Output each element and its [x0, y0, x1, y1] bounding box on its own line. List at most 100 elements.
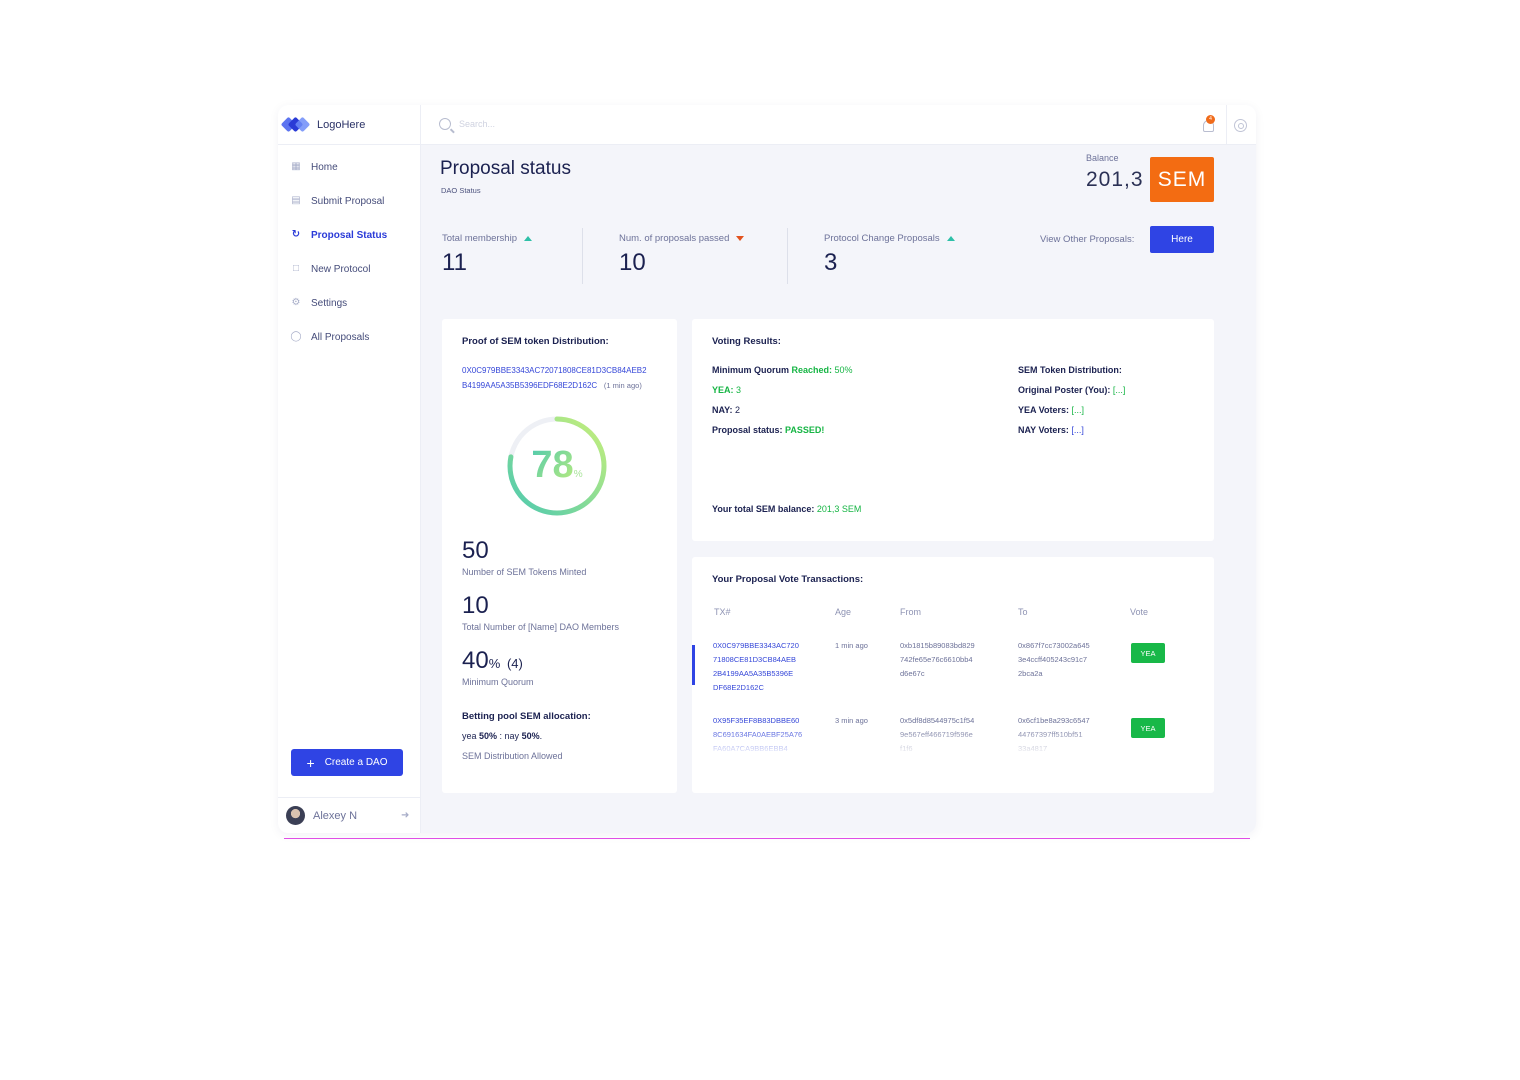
- tx-hash[interactable]: 0X95F35EF8B83DBBE60 8C691634FA0AEBF25A76…: [713, 714, 802, 756]
- tokens-minted-label: Number of SEM Tokens Minted: [462, 567, 587, 577]
- sidebar-item-label: Settings: [311, 297, 348, 309]
- trend-up-icon: [523, 236, 532, 241]
- sidebar-item-label: Proposal Status: [311, 229, 388, 241]
- members-label: Total Number of [Name] DAO Members: [462, 622, 620, 632]
- tx-hash[interactable]: 0X0C979BBE3343AC720 71808CE81D3CB84AEB 2…: [713, 639, 799, 695]
- settings-gear-icon[interactable]: [1234, 119, 1247, 132]
- nay-voters-line: NAY Voters: [...]: [1018, 425, 1084, 435]
- stat-divider: [787, 228, 788, 284]
- bottom-accent-line: [284, 838, 1250, 839]
- sidebar-item-home[interactable]: ▦ Home: [278, 150, 421, 184]
- stat-protocol-change: Protocol Change Proposals 3: [824, 233, 955, 277]
- yea-voters-line: YEA Voters: [...]: [1018, 405, 1085, 415]
- stat-label: Protocol Change Proposals: [824, 233, 940, 244]
- quorum-value: 40% (4): [462, 647, 523, 674]
- tx-from[interactable]: 0x5df8d8544975c1f54 9e567eff466719f596e …: [900, 714, 974, 756]
- gauge-value: 78: [531, 444, 574, 486]
- betting-allocation: yea 50% : nay 50%.: [462, 731, 543, 741]
- refresh-icon: ↻: [291, 229, 301, 240]
- trend-up-icon: [946, 236, 955, 241]
- column-header-age: Age: [835, 607, 852, 617]
- tx-age: 3 min ago: [835, 716, 868, 725]
- plus-icon: +: [306, 754, 315, 771]
- trend-down-icon: [736, 236, 745, 241]
- document-icon: □: [292, 263, 300, 274]
- tokens-minted-value: 50: [462, 537, 489, 564]
- globe-icon: ◯: [290, 331, 302, 342]
- tx-to[interactable]: 0x867f7cc73002a645 3e4ccff405243c91c7 2b…: [1018, 639, 1090, 681]
- app-window: LogoHere ▦ Home ▤ Submit Proposal ↻ Prop…: [278, 105, 1256, 833]
- quorum-line: Minimum Quorum Reached: 50%: [712, 365, 853, 375]
- betting-title: Betting pool SEM allocation:: [462, 711, 591, 722]
- selected-row-indicator: [692, 645, 695, 685]
- column-header-vote: Vote: [1130, 607, 1149, 617]
- view-other-label: View Other Proposals:: [1040, 234, 1135, 245]
- logo-icon: [280, 116, 311, 132]
- balance-unit-badge: SEM: [1150, 157, 1214, 202]
- sidebar-item-label: Home: [311, 161, 338, 173]
- card-title: Voting Results:: [712, 336, 781, 347]
- yea-voters-link[interactable]: [...]: [1072, 405, 1085, 415]
- create-dao-button[interactable]: + Create a DAO: [291, 749, 403, 776]
- stat-label: Total membership: [442, 233, 517, 244]
- gear-icon: ⚙: [291, 297, 301, 308]
- distribution-allowed: SEM Distribution Allowed: [462, 751, 563, 761]
- card-title: Your Proposal Vote Transactions:: [712, 574, 864, 585]
- distribution-title: SEM Token Distribution:: [1018, 365, 1122, 375]
- page-title: Proposal status: [440, 158, 571, 179]
- sidebar-item-label: Submit Proposal: [311, 195, 385, 207]
- column-header-to: To: [1018, 607, 1028, 617]
- search-bar: [439, 118, 659, 130]
- balance-label: Balance: [1086, 153, 1119, 163]
- sidebar: LogoHere ▦ Home ▤ Submit Proposal ↻ Prop…: [278, 105, 421, 833]
- vote-badge: YEA: [1131, 643, 1165, 663]
- sidebar-nav: ▦ Home ▤ Submit Proposal ↻ Proposal Stat…: [278, 150, 421, 354]
- proof-hash[interactable]: 0X0C979BBE3343AC72071808CE81D3CB84AEB2 B…: [462, 363, 647, 393]
- here-button[interactable]: Here: [1150, 226, 1214, 253]
- card-title: Proof of SEM token Distribution:: [462, 336, 609, 347]
- proof-card: Proof of SEM token Distribution: 0X0C979…: [442, 319, 677, 793]
- op-link[interactable]: [...]: [1113, 385, 1126, 395]
- logout-icon[interactable]: ➜: [401, 810, 413, 822]
- topbar: 4: [421, 105, 1256, 145]
- stat-divider: [582, 228, 583, 284]
- nay-voters-link[interactable]: [...]: [1071, 425, 1084, 435]
- tx-from[interactable]: 0xb1815b89083bd829 742fe65e76c6610bb4 d6…: [900, 639, 975, 681]
- sidebar-item-submit-proposal[interactable]: ▤ Submit Proposal: [278, 184, 421, 218]
- sidebar-item-label: New Protocol: [311, 263, 371, 275]
- stat-value: 11: [442, 249, 467, 276]
- tx-age: 1 min ago: [835, 641, 868, 650]
- notification-badge: 4: [1206, 115, 1215, 124]
- hash-age: (1 min ago): [603, 381, 642, 390]
- create-dao-label: Create a DAO: [324, 757, 388, 768]
- total-balance-line: Your total SEM balance: 201,3 SEM: [712, 504, 862, 514]
- dashboard-icon: ▦: [291, 161, 301, 172]
- sidebar-item-label: All Proposals: [311, 331, 370, 343]
- stat-label: Num. of proposals passed: [619, 233, 730, 244]
- topbar-divider: [1226, 105, 1227, 145]
- sidebar-item-proposal-status[interactable]: ↻ Proposal Status: [278, 218, 421, 252]
- sidebar-item-new-protocol[interactable]: □ New Protocol: [278, 252, 421, 286]
- search-input[interactable]: [459, 119, 659, 129]
- quorum-label: Minimum Quorum: [462, 677, 534, 687]
- yea-line: YEA: 3: [712, 385, 742, 395]
- hash-line: 0X0C979BBE3343AC72071808CE81D3CB84AEB2: [462, 366, 647, 375]
- column-header-tx: TX#: [714, 607, 731, 617]
- user-profile[interactable]: Alexey N ➜: [278, 797, 421, 833]
- voting-results-card: Voting Results: Minimum Quorum Reached: …: [692, 319, 1214, 541]
- hash-line: B4199AA5A35B5396EDF68E2D162C: [462, 381, 598, 390]
- column-header-from: From: [900, 607, 921, 617]
- sidebar-item-settings[interactable]: ⚙ Settings: [278, 286, 421, 320]
- page-subtitle: DAO Status: [441, 186, 481, 195]
- balance-value: 201,3: [1086, 168, 1144, 191]
- tx-to[interactable]: 0x6cf1be8a293c6547 44767397ff510bf51 33a…: [1018, 714, 1090, 756]
- op-line: Original Poster (You): [...]: [1018, 385, 1126, 395]
- avatar: [286, 806, 305, 825]
- logo[interactable]: LogoHere: [278, 105, 421, 145]
- stat-proposals-passed: Num. of proposals passed 10: [619, 233, 745, 277]
- nay-line: NAY: 2: [712, 405, 741, 415]
- stat-total-membership: Total membership 11: [442, 233, 532, 277]
- sidebar-item-all-proposals[interactable]: ◯ All Proposals: [278, 320, 421, 354]
- members-value: 10: [462, 592, 489, 619]
- chart-icon: ▤: [291, 195, 301, 206]
